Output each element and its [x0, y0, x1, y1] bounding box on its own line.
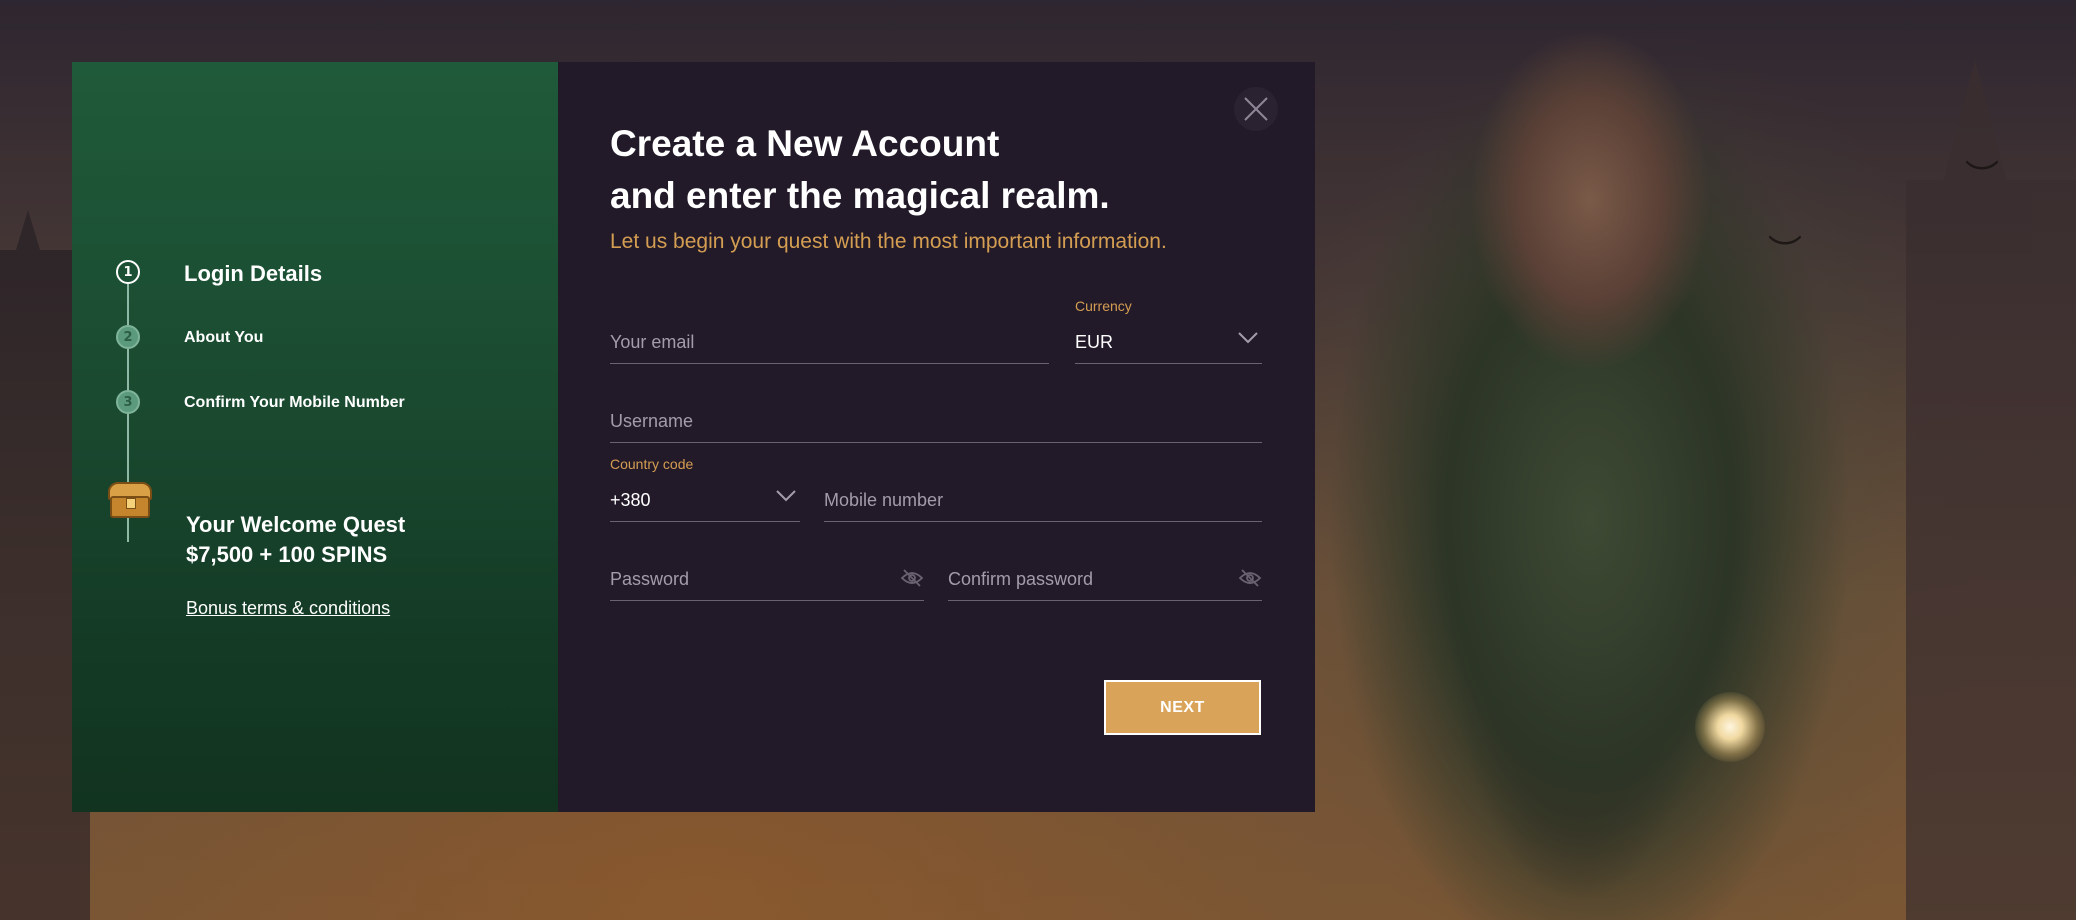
- step-label: Confirm Your Mobile Number: [184, 394, 405, 411]
- page-subtitle: Let us begin your quest with the most im…: [610, 230, 1167, 253]
- welcome-quest-name: Your Welcome Quest: [186, 512, 406, 537]
- welcome-quest-offer: $7,500 + 100 SPINS: [186, 542, 388, 567]
- mobile-number-placeholder: Mobile number: [824, 490, 944, 510]
- step-confirm-mobile: 3 Confirm Your Mobile Number: [116, 390, 405, 455]
- step-number-badge: 3: [116, 390, 140, 414]
- steps-panel: 1 Login Details 2 About You 3 Confirm Yo…: [72, 62, 558, 812]
- chevron-down-icon: [1238, 332, 1258, 344]
- currency-label: Currency: [1075, 298, 1132, 314]
- step-login-details: 1 Login Details: [116, 260, 322, 325]
- chevron-down-icon: [776, 490, 796, 502]
- treasure-chest-icon: [106, 480, 156, 520]
- page-title-line2: and enter the magical realm.: [610, 175, 1110, 216]
- password-placeholder: Password: [610, 569, 690, 589]
- background-hooded-figure: [1320, 0, 1880, 920]
- welcome-quest-title: Your Welcome Quest $7,500 + 100 SPINS: [186, 510, 405, 570]
- confirm-password-placeholder: Confirm password: [948, 569, 1094, 589]
- close-button[interactable]: [1234, 87, 1278, 131]
- background-bird: ︶: [1965, 158, 1999, 198]
- mobile-number-field[interactable]: Mobile number: [824, 476, 1262, 522]
- close-icon: [1244, 97, 1268, 121]
- country-code-select[interactable]: Country code +380: [610, 456, 800, 522]
- registration-modal: 1 Login Details 2 About You 3 Confirm Yo…: [72, 62, 1315, 812]
- page-title: Create a New Account and enter the magic…: [610, 118, 1110, 222]
- eye-off-icon[interactable]: [1238, 568, 1262, 588]
- step-number-badge: 2: [116, 325, 140, 349]
- currency-select[interactable]: Currency EUR: [1075, 298, 1262, 364]
- steps-list: 1 Login Details 2 About You 3 Confirm Yo…: [116, 260, 405, 455]
- step-number-badge: 1: [116, 260, 140, 284]
- email-field[interactable]: Your email: [610, 318, 1049, 364]
- background-bird: ︶: [1768, 233, 1802, 273]
- step-label: Login Details: [184, 261, 323, 286]
- username-placeholder: Username: [610, 411, 694, 431]
- account-form-panel: Create a New Account and enter the magic…: [558, 62, 1315, 812]
- page-title-line1: Create a New Account: [610, 123, 1000, 164]
- background-glowing-orb: [1695, 692, 1765, 762]
- background-castle-right: [1906, 60, 2076, 920]
- next-button[interactable]: NEXT: [1104, 680, 1261, 735]
- bonus-terms-link[interactable]: Bonus terms & conditions: [186, 598, 390, 619]
- step-about-you: 2 About You: [116, 325, 263, 390]
- email-placeholder: Your email: [610, 332, 695, 352]
- eye-off-icon[interactable]: [900, 568, 924, 588]
- currency-value: EUR: [1075, 332, 1114, 352]
- password-field[interactable]: Password: [610, 555, 924, 601]
- confirm-password-field[interactable]: Confirm password: [948, 555, 1262, 601]
- country-code-value: +380: [610, 490, 651, 510]
- username-field[interactable]: Username: [610, 397, 1262, 443]
- step-label: About You: [184, 329, 264, 346]
- country-code-label: Country code: [610, 456, 694, 472]
